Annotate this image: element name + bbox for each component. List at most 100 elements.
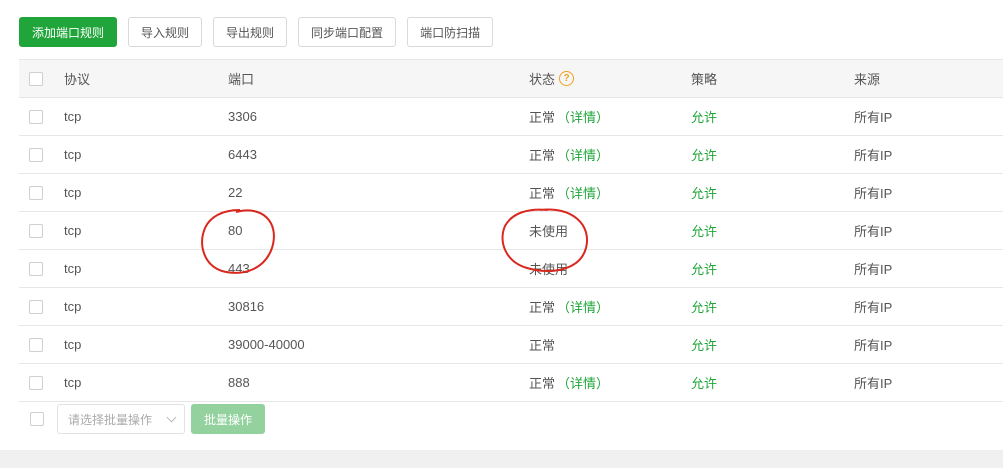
cell-protocol: tcp	[64, 185, 82, 200]
cell-protocol: tcp	[64, 375, 82, 390]
cell-policy: 允许	[691, 300, 718, 315]
help-icon[interactable]: ?	[559, 71, 575, 86]
header-protocol: 协议	[64, 72, 91, 87]
table-row: tcp 80 未使用 允许 所有IP	[19, 212, 1003, 250]
status-text: 正常	[529, 148, 556, 163]
cell-status: 正常 （详情）	[529, 288, 609, 325]
row-checkbox-cell	[29, 174, 43, 211]
cell-policy: 允许	[691, 338, 718, 353]
cell-status: 正常 （详情）	[529, 136, 609, 173]
cell-source: 所有IP	[854, 148, 893, 163]
cell-policy: 允许	[691, 262, 718, 277]
import-rules-button[interactable]: 导入规则	[128, 17, 203, 47]
header-status-label: 状态	[529, 72, 556, 87]
cell-source: 所有IP	[854, 110, 893, 125]
row-checkbox-cell	[29, 326, 43, 363]
sync-port-config-button[interactable]: 同步端口配置	[298, 17, 397, 47]
header-status: 状态 ?	[529, 60, 575, 97]
row-checkbox-cell	[29, 288, 43, 325]
cell-status: 未使用	[529, 212, 568, 249]
status-text: 未使用	[529, 262, 569, 277]
cell-source: 所有IP	[854, 224, 893, 239]
status-text: 正常	[529, 110, 556, 125]
cell-policy: 允许	[691, 148, 718, 163]
cell-protocol: tcp	[64, 147, 82, 162]
chevron-down-icon	[166, 412, 177, 423]
status-detail-link[interactable]: （详情）	[557, 107, 609, 126]
toolbar: 添加端口规则 导入规则 导出规则 同步端口配置 端口防扫描	[19, 17, 494, 47]
table-row: tcp 30816 正常 （详情） 允许 所有IP	[19, 288, 1003, 326]
status-detail-link[interactable]: （详情）	[557, 373, 609, 392]
batch-footer: 请选择批量操作 批量操作	[30, 404, 266, 434]
add-port-rule-button[interactable]: 添加端口规则	[19, 17, 118, 47]
cell-policy: 允许	[691, 224, 718, 239]
cell-status: 正常 （详情）	[529, 364, 609, 401]
status-detail-link[interactable]: （详情）	[557, 145, 609, 164]
status-text: 正常	[529, 300, 556, 315]
table-row: tcp 22 正常 （详情） 允许 所有IP	[19, 174, 1003, 212]
cell-protocol: tcp	[64, 261, 82, 276]
cell-source: 所有IP	[854, 186, 893, 201]
status-detail-link[interactable]: （详情）	[557, 297, 609, 316]
export-rules-button[interactable]: 导出规则	[213, 17, 288, 47]
row-checkbox[interactable]	[29, 223, 43, 238]
cell-source: 所有IP	[854, 300, 893, 315]
cell-port: 22	[228, 185, 243, 200]
cell-port: 443	[228, 261, 250, 276]
status-text: 正常	[529, 338, 556, 353]
cell-status: 正常 （详情）	[529, 174, 609, 211]
row-checkbox-cell	[29, 250, 43, 287]
row-checkbox-cell	[29, 98, 43, 135]
port-anti-scan-button[interactable]: 端口防扫描	[407, 17, 494, 47]
select-all-checkbox[interactable]	[29, 71, 43, 86]
header-policy: 策略	[691, 72, 718, 87]
firewall-panel: 添加端口规则 导入规则 导出规则 同步端口配置 端口防扫描 协议 端口 状态 ?…	[0, 0, 1003, 450]
cell-protocol: tcp	[64, 109, 82, 124]
status-text: 正常	[529, 376, 556, 391]
status-detail-link[interactable]: （详情）	[557, 183, 609, 202]
table-row: tcp 39000-40000 正常 允许 所有IP	[19, 326, 1003, 364]
header-source: 来源	[854, 72, 881, 87]
table-row: tcp 3306 正常 （详情） 允许 所有IP	[19, 98, 1003, 136]
row-checkbox[interactable]	[29, 299, 43, 314]
row-checkbox[interactable]	[29, 375, 43, 390]
row-checkbox-cell	[29, 364, 43, 401]
cell-policy: 允许	[691, 110, 718, 125]
cell-source: 所有IP	[854, 338, 893, 353]
cell-port: 888	[228, 375, 250, 390]
row-checkbox[interactable]	[29, 147, 43, 162]
table-header: 协议 端口 状态 ? 策略 来源	[19, 59, 1003, 98]
cell-port: 3306	[228, 109, 257, 124]
table-body: tcp 3306 正常 （详情） 允许 所有IP tcp 6443 正常 （详情） 允许 所有IP tc…	[19, 98, 1003, 402]
table-row: tcp 888 正常 （详情） 允许 所有IP	[19, 364, 1003, 402]
cell-protocol: tcp	[64, 299, 82, 314]
row-checkbox[interactable]	[29, 185, 43, 200]
cell-status: 正常	[529, 326, 555, 363]
row-checkbox[interactable]	[29, 261, 43, 276]
table-row: tcp 6443 正常 （详情） 允许 所有IP	[19, 136, 1003, 174]
cell-source: 所有IP	[854, 376, 893, 391]
footer-select-all-checkbox[interactable]	[30, 412, 44, 426]
row-checkbox-cell	[29, 136, 43, 173]
status-text: 正常	[529, 186, 556, 201]
batch-operation-button[interactable]: 批量操作	[191, 404, 266, 434]
port-rules-table: 协议 端口 状态 ? 策略 来源 tcp 3306 正常 （详情） 允许 所有IP tcp 6…	[19, 59, 1003, 402]
status-text: 未使用	[529, 224, 569, 239]
cell-status: 正常 （详情）	[529, 98, 609, 135]
table-row: tcp 443 未使用 允许 所有IP	[19, 250, 1003, 288]
cell-port: 39000-40000	[228, 337, 305, 352]
cell-policy: 允许	[691, 376, 718, 391]
cell-policy: 允许	[691, 186, 718, 201]
row-checkbox[interactable]	[29, 109, 43, 124]
select-all-cell	[29, 60, 43, 97]
cell-port: 30816	[228, 299, 265, 314]
header-port: 端口	[228, 72, 255, 87]
row-checkbox[interactable]	[29, 337, 43, 352]
batch-operation-select[interactable]: 请选择批量操作	[57, 404, 185, 434]
cell-port: 6443	[228, 147, 257, 162]
cell-port: 80	[228, 223, 243, 238]
batch-operation-placeholder: 请选择批量操作	[68, 412, 153, 427]
cell-source: 所有IP	[854, 262, 893, 277]
cell-status: 未使用	[529, 250, 568, 287]
cell-protocol: tcp	[64, 337, 82, 352]
